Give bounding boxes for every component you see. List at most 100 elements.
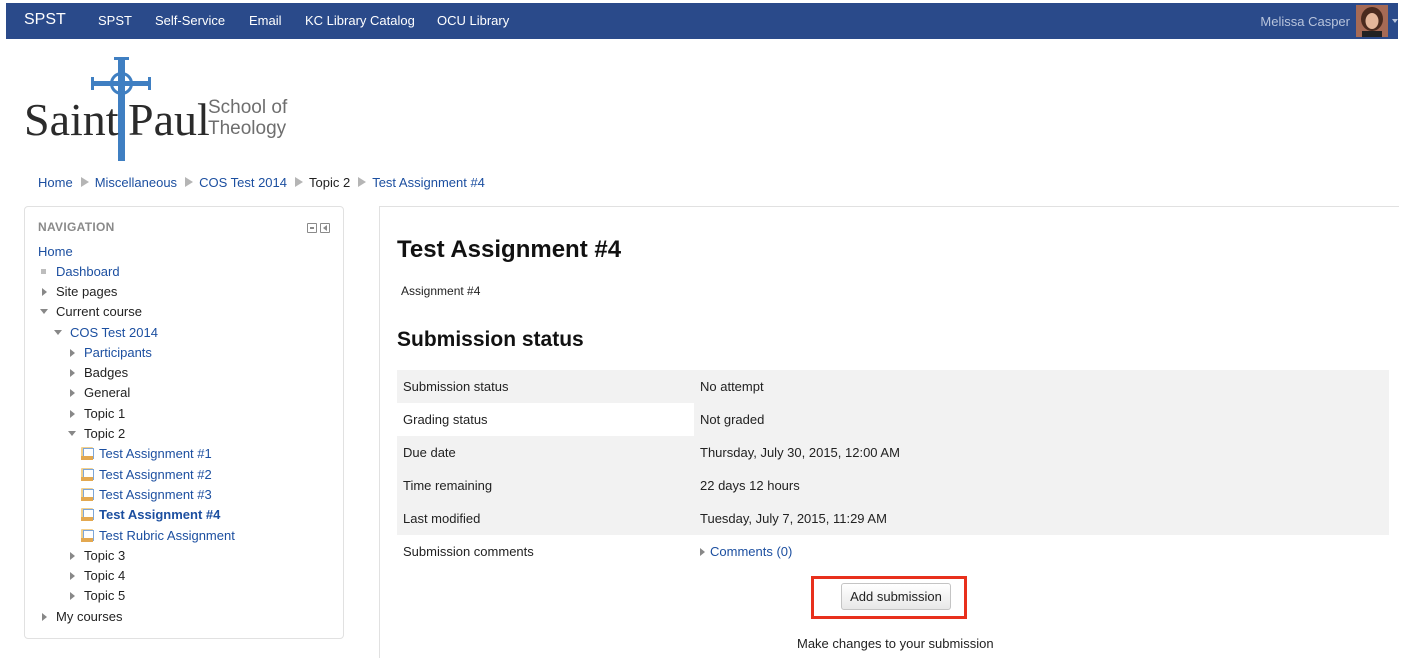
table-row: Time remaining 22 days 12 hours xyxy=(397,469,1389,502)
assignment-icon xyxy=(81,508,94,521)
nav-item-test-assignment-2[interactable]: Test Assignment #2 xyxy=(81,465,212,485)
nav-link-ocu-library[interactable]: OCU Library xyxy=(437,13,509,28)
nav-item-badges[interactable]: Badges xyxy=(70,363,128,383)
breadcrumb-separator-icon xyxy=(358,177,367,187)
row-value: Thursday, July 30, 2015, 12:00 AM xyxy=(700,445,900,460)
nav-item-my-courses[interactable]: My courses xyxy=(42,607,122,627)
cross-ring xyxy=(110,72,133,95)
section-title-submission-status: Submission status xyxy=(397,328,584,351)
expand-arrow-icon xyxy=(70,572,75,580)
nav-item-label: COS Test 2014 xyxy=(70,325,158,340)
collapse-arrow-icon xyxy=(68,431,76,436)
add-submission-button[interactable]: Add submission xyxy=(841,583,951,610)
nav-item-test-assignment-3[interactable]: Test Assignment #3 xyxy=(81,485,212,505)
comments-toggle-link[interactable]: Comments (0) xyxy=(700,544,792,559)
nav-item-label: Topic 1 xyxy=(84,406,126,421)
table-row: Grading status Not graded xyxy=(397,403,1389,436)
nav-link-email[interactable]: Email xyxy=(249,13,282,28)
user-menu-caret-icon[interactable] xyxy=(1392,19,1398,23)
nav-item-topic-1[interactable]: Topic 1 xyxy=(70,404,125,424)
nav-item-topic-3[interactable]: Topic 3 xyxy=(70,546,125,566)
dock-block-icon[interactable] xyxy=(320,223,330,233)
top-navbar: SPST SPST Self-Service Email KC Library … xyxy=(6,3,1398,39)
breadcrumb-home[interactable]: Home xyxy=(38,175,73,190)
expand-arrow-icon xyxy=(42,613,47,621)
nav-item-participants[interactable]: Participants xyxy=(70,343,152,363)
row-label: Time remaining xyxy=(403,478,493,493)
row-label: Submission comments xyxy=(397,535,694,568)
nav-item-label: Topic 5 xyxy=(84,588,126,603)
nav-item-home[interactable]: Home xyxy=(38,242,73,262)
collapse-arrow-icon xyxy=(40,309,48,314)
collapse-arrow-icon xyxy=(54,330,62,335)
user-avatar[interactable] xyxy=(1356,5,1388,37)
nav-item-test-rubric-assignment[interactable]: Test Rubric Assignment xyxy=(81,526,235,546)
assignment-icon xyxy=(81,468,94,481)
assignment-icon xyxy=(81,447,94,460)
nav-item-topic-4[interactable]: Topic 4 xyxy=(70,566,125,586)
nav-item-test-assignment-4[interactable]: Test Assignment #4 xyxy=(81,505,220,525)
collapse-block-icon[interactable] xyxy=(307,223,317,233)
expand-arrow-icon xyxy=(70,389,75,397)
nav-item-current-course[interactable]: Current course xyxy=(40,302,142,322)
nav-item-label: Test Assignment #2 xyxy=(99,467,212,482)
nav-item-label: Topic 4 xyxy=(84,568,126,583)
nav-item-topic-5[interactable]: Topic 5 xyxy=(70,586,125,606)
breadcrumb: Home Miscellaneous COS Test 2014 Topic 2… xyxy=(38,174,485,190)
nav-item-dashboard[interactable]: Dashboard xyxy=(41,262,120,282)
expand-arrow-icon xyxy=(70,410,75,418)
assignment-icon xyxy=(81,488,94,501)
breadcrumb-miscellaneous[interactable]: Miscellaneous xyxy=(95,175,177,190)
user-name[interactable]: Melissa Casper xyxy=(1260,14,1350,29)
row-value: Tuesday, July 7, 2015, 11:29 AM xyxy=(700,511,887,526)
logo-word-paul: Paul xyxy=(128,94,210,145)
nav-item-label: Test Assignment #4 xyxy=(99,507,221,522)
nav-item-label: My courses xyxy=(56,609,123,624)
nav-item-label: Topic 3 xyxy=(84,548,126,563)
nav-link-kc-library-catalog[interactable]: KC Library Catalog xyxy=(305,13,415,28)
submission-help-text: Make changes to your submission xyxy=(797,636,994,651)
logo-word-saint: Saint xyxy=(24,94,119,145)
breadcrumb-separator-icon xyxy=(185,177,194,187)
nav-item-label: Test Assignment #1 xyxy=(99,446,212,461)
nav-item-label: Badges xyxy=(84,365,129,380)
nav-item-test-assignment-1[interactable]: Test Assignment #1 xyxy=(81,444,212,464)
expand-arrow-icon xyxy=(700,548,705,556)
breadcrumb-course[interactable]: COS Test 2014 xyxy=(199,175,287,190)
row-value: Not graded xyxy=(694,403,1389,436)
expand-arrow-icon xyxy=(70,369,75,377)
comments-link-label: Comments (0) xyxy=(710,544,793,559)
nav-item-site-pages[interactable]: Site pages xyxy=(42,282,117,302)
row-label: Due date xyxy=(403,445,456,460)
brand-link[interactable]: SPST xyxy=(24,11,66,29)
row-value: 22 days 12 hours xyxy=(700,478,800,493)
nav-item-cos-test-2014[interactable]: COS Test 2014 xyxy=(54,323,158,343)
breadcrumb-separator-icon xyxy=(80,177,89,187)
row-label: Grading status xyxy=(397,403,694,436)
nav-item-label: Dashboard xyxy=(56,264,120,279)
expand-arrow-icon xyxy=(42,288,47,296)
expand-arrow-icon xyxy=(70,349,75,357)
bullet-icon xyxy=(41,269,46,274)
logo-word-school-of: School of xyxy=(208,97,288,118)
table-row: Last modified Tuesday, July 7, 2015, 11:… xyxy=(397,502,1389,535)
nav-item-topic-2[interactable]: Topic 2 xyxy=(68,424,125,444)
nav-item-label: Test Rubric Assignment xyxy=(99,528,235,543)
nav-item-label: Test Assignment #3 xyxy=(99,487,212,502)
navigation-block-title: NAVIGATION xyxy=(38,220,115,234)
row-label: Submission status xyxy=(403,379,509,394)
nav-link-self-service[interactable]: Self-Service xyxy=(155,13,225,28)
breadcrumb-assignment[interactable]: Test Assignment #4 xyxy=(372,175,485,190)
nav-item-label: Current course xyxy=(56,304,142,319)
nav-item-label: General xyxy=(84,385,131,400)
breadcrumb-separator-icon xyxy=(294,177,303,187)
nav-link-spst[interactable]: SPST xyxy=(98,13,132,28)
nav-item-label: Topic 2 xyxy=(84,426,126,441)
expand-arrow-icon xyxy=(70,592,75,600)
table-row: Due date Thursday, July 30, 2015, 12:00 … xyxy=(397,436,1389,469)
nav-item-label: Participants xyxy=(84,345,152,360)
nav-item-general[interactable]: General xyxy=(70,383,130,403)
school-logo[interactable]: Saint Paul School of Theology xyxy=(24,57,294,163)
assignment-intro: Assignment #4 xyxy=(401,284,481,298)
logo-word-theology: Theology xyxy=(208,118,287,139)
